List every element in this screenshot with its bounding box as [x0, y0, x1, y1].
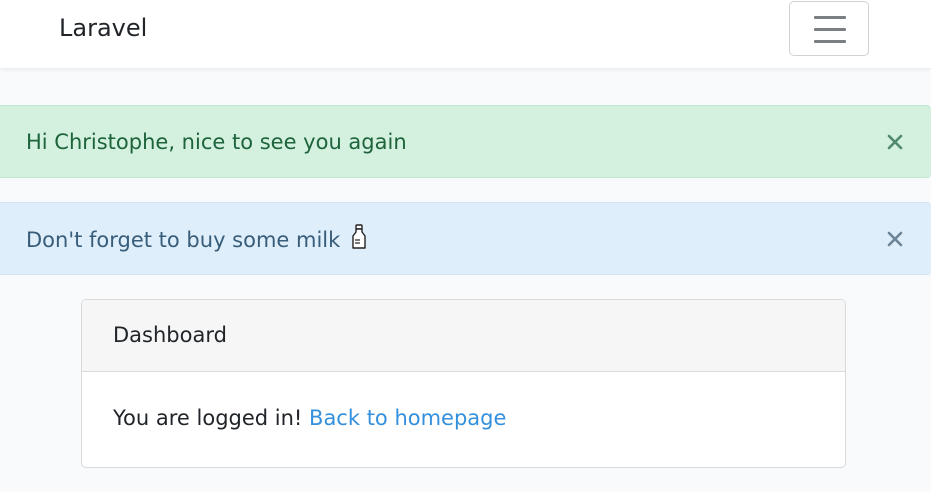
back-to-homepage-link[interactable]: Back to homepage: [309, 406, 506, 430]
close-icon[interactable]: [881, 225, 909, 253]
navbar-brand[interactable]: Laravel: [59, 12, 147, 44]
card-body: You are logged in! Back to homepage: [113, 403, 506, 433]
close-icon[interactable]: [881, 128, 909, 156]
info-alert: Don't forget to buy some milk: [0, 202, 931, 275]
info-alert-content: Don't forget to buy some milk: [26, 224, 367, 255]
card-title: Dashboard: [113, 323, 227, 347]
dashboard-card: Dashboard You are logged in! Back to hom…: [81, 299, 846, 468]
success-alert-message: Hi Christophe, nice to see you again: [26, 130, 407, 154]
card-header: Dashboard: [82, 300, 845, 372]
info-alert-message: Don't forget to buy some milk: [26, 228, 341, 252]
navbar-toggler-button[interactable]: [789, 1, 869, 56]
milk-bottle-icon: [352, 224, 366, 249]
logged-in-text: You are logged in!: [113, 406, 303, 430]
success-alert: Hi Christophe, nice to see you again: [0, 105, 931, 178]
top-navbar: Laravel: [0, 0, 931, 69]
